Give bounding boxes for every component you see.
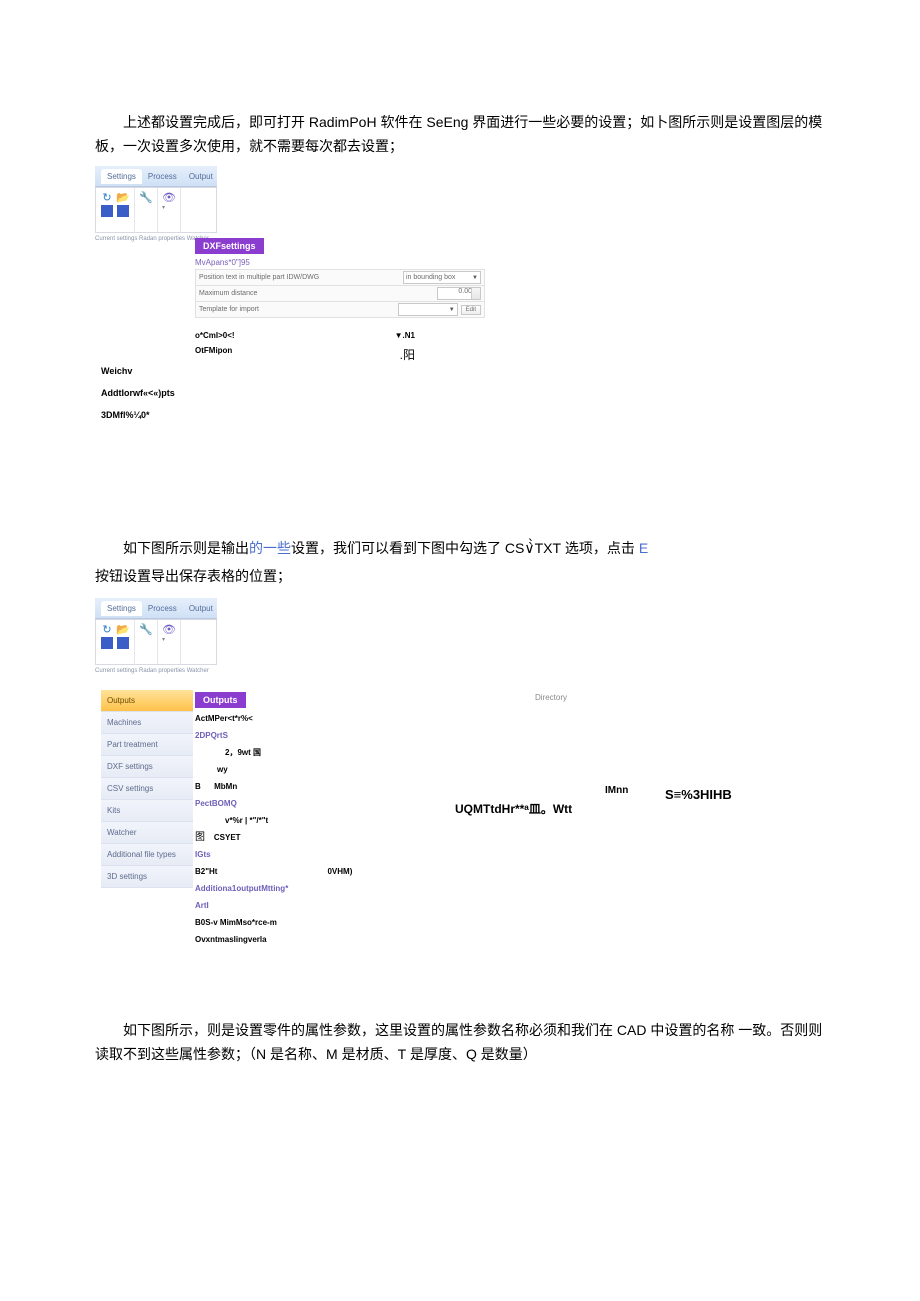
misc-label: Weichv <box>101 366 132 376</box>
tab-output[interactable]: Output <box>183 601 219 616</box>
screenshot-1: Settings Process Output ↻ 📂 🔧 👁▾ Current… <box>95 166 825 446</box>
wrench-icon[interactable]: 🔧 <box>139 622 153 636</box>
out-label: PectBOMQ <box>195 799 237 808</box>
form-row-distance: Maximum distance 0.00 <box>195 285 485 302</box>
misc-text: ▼.N1 <box>395 331 415 340</box>
out-text: 2，9wt 国 <box>225 748 261 757</box>
out-label: IGts <box>195 850 211 859</box>
paragraph-3: 按钮设置导出保存表格的位置； <box>95 564 825 588</box>
eye-icon[interactable]: 👁 <box>162 190 176 204</box>
paragraph-4: 如下图所示，则是设置零件的属性参数，这里设置的属性参数名称必须和我们在 CAD … <box>95 1018 825 1066</box>
tab-settings[interactable]: Settings <box>101 169 142 184</box>
out-text: B <box>195 782 201 791</box>
save-icon[interactable] <box>100 204 114 218</box>
sidebar-item-part[interactable]: Part treatment <box>101 734 193 756</box>
misc-text: o*CmI>0<! <box>195 331 235 340</box>
out-text: B2"Ht <box>195 867 217 876</box>
wrench-icon[interactable]: 🔧 <box>139 190 153 204</box>
titlebar: Settings Process Output <box>95 598 217 619</box>
out-text: Ovxntmaslingverla <box>195 935 267 944</box>
open-icon[interactable]: 📂 <box>116 622 130 636</box>
sidebar-item-kits[interactable]: Kits <box>101 800 193 822</box>
open-icon[interactable]: 📂 <box>116 190 130 204</box>
dxf-header: DXFsettings <box>195 238 264 254</box>
ribbon: ↻ 📂 🔧 👁▾ <box>95 187 217 233</box>
back-icon[interactable]: ↻ <box>100 622 114 636</box>
back-icon[interactable]: ↻ <box>100 190 114 204</box>
paragraph-1: 上述都设置完成后，即可打开 RadimPoH 软件在 SeEng 界面进行一些必… <box>95 110 825 158</box>
out-text: MbMn <box>214 782 237 791</box>
out-text: ActMPer<t*r%< <box>195 714 253 723</box>
sidebar-item-dxf[interactable]: DXF settings <box>101 756 193 778</box>
out-text: v*%r | *"/*"t <box>225 816 268 825</box>
ribbon: ↻ 📂 🔧 👁▾ <box>95 619 217 665</box>
save-as-icon[interactable] <box>116 636 130 650</box>
out-text: B0S-v MimMso*rce-m <box>195 918 277 927</box>
big-text: IMnn <box>605 785 628 796</box>
form-row-position: Position text in multiple part IDW/DWG i… <box>195 269 485 286</box>
out-label: ArtI <box>195 901 209 910</box>
tab-settings[interactable]: Settings <box>101 601 142 616</box>
outputs-pane: Outputs ActMPer<t*r%< 2DPQrtS 2，9wt 国 wy… <box>195 690 805 949</box>
sidebar-item-aft[interactable]: Additional file types <box>101 844 193 866</box>
ribbon-footer: Current settings Radan properties Watche… <box>95 668 217 674</box>
tab-process[interactable]: Process <box>142 601 183 616</box>
dxf-subtitle: MvApans*0"]95 <box>195 258 485 267</box>
sidebar-item-outputs[interactable]: Outputs <box>101 690 193 712</box>
big-text: UQMTtdHr**ᵃ皿。Wtt <box>455 800 572 817</box>
misc-label: 3DMfl%¼0* <box>101 410 150 420</box>
misc-text: OtFMipon <box>195 346 232 363</box>
out-label: Additiona1outputMtting* <box>195 884 288 893</box>
paragraph-2: 如下图所示则是输出的一些设置，我们可以看到下图中勾选了 CS∨̀̀TXT 选项，… <box>95 536 825 560</box>
sidebar-item-csv[interactable]: CSV settings <box>101 778 193 800</box>
out-label: 2DPQrtS <box>195 731 228 740</box>
save-icon[interactable] <box>100 636 114 650</box>
edit-button[interactable]: Edit <box>461 305 481 315</box>
eye-icon[interactable]: 👁 <box>162 622 176 636</box>
sidebar-item-machines[interactable]: Machines <box>101 712 193 734</box>
misc-label: AddtIorwf«<«)pts <box>101 388 175 398</box>
big-text: S≡%3HIHB <box>665 787 732 802</box>
form-row-template: Template for import ▼ Edit <box>195 301 485 318</box>
out-text: CSYET <box>214 833 241 842</box>
sidebar-item-watcher[interactable]: Watcher <box>101 822 193 844</box>
sidebar: Outputs Machines Part treatment DXF sett… <box>101 690 193 888</box>
distance-spinner[interactable]: 0.00 <box>437 287 481 300</box>
outputs-header: Outputs <box>195 692 246 708</box>
tab-process[interactable]: Process <box>142 169 183 184</box>
template-select[interactable]: ▼ <box>398 303 458 316</box>
sidebar-item-3d[interactable]: 3D settings <box>101 866 193 888</box>
out-text: wy <box>217 765 228 774</box>
titlebar: Settings Process Output <box>95 166 217 187</box>
out-text: 0VHM) <box>327 867 352 876</box>
out-text: 图 <box>195 832 205 843</box>
position-select[interactable]: in bounding box▼ <box>403 271 481 284</box>
tab-output[interactable]: Output <box>183 169 219 184</box>
save-as-icon[interactable] <box>116 204 130 218</box>
misc-text: .阳 <box>400 346 415 363</box>
screenshot-2: Settings Process Output ↻ 📂 🔧 👁▾ Current… <box>95 598 825 908</box>
